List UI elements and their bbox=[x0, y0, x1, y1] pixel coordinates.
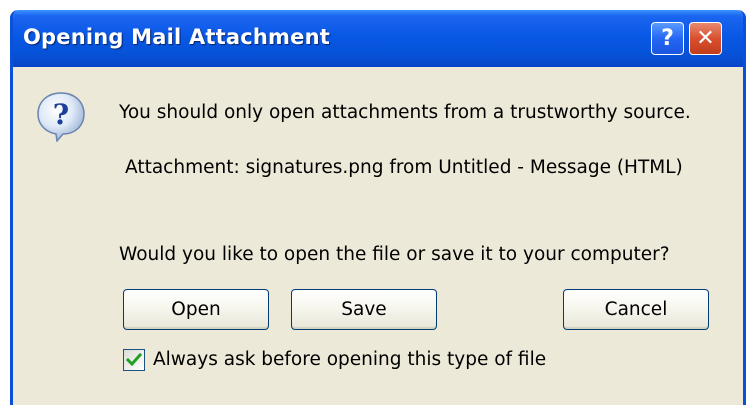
open-button[interactable]: Open bbox=[123, 289, 269, 330]
dialog-body: ? You should only open attachments from … bbox=[13, 67, 743, 405]
question-message: Would you like to open the file or save … bbox=[119, 244, 670, 265]
help-button[interactable]: ? bbox=[651, 22, 684, 55]
always-ask-checkbox-label[interactable]: Always ask before opening this type of f… bbox=[153, 349, 546, 370]
save-button[interactable]: Save bbox=[291, 289, 437, 330]
dialog-title: Opening Mail Attachment bbox=[23, 25, 330, 49]
open-button-label: Open bbox=[171, 299, 221, 320]
title-bar[interactable]: Opening Mail Attachment ? ✕ bbox=[13, 10, 743, 67]
svg-text:?: ? bbox=[53, 98, 69, 131]
close-button[interactable]: ✕ bbox=[689, 22, 722, 55]
checkmark-icon bbox=[126, 352, 142, 367]
close-icon: ✕ bbox=[696, 25, 715, 51]
warning-message: You should only open attachments from a … bbox=[119, 102, 691, 123]
question-icon: ? bbox=[37, 92, 85, 142]
dialog-window: Opening Mail Attachment ? ✕ ? You should… bbox=[10, 10, 746, 405]
help-icon: ? bbox=[661, 25, 674, 51]
cancel-button[interactable]: Cancel bbox=[563, 289, 709, 330]
cancel-button-label: Cancel bbox=[604, 299, 668, 320]
attachment-info: Attachment: signatures.png from Untitled… bbox=[125, 157, 683, 178]
always-ask-checkbox[interactable] bbox=[123, 349, 145, 371]
save-button-label: Save bbox=[341, 299, 387, 320]
